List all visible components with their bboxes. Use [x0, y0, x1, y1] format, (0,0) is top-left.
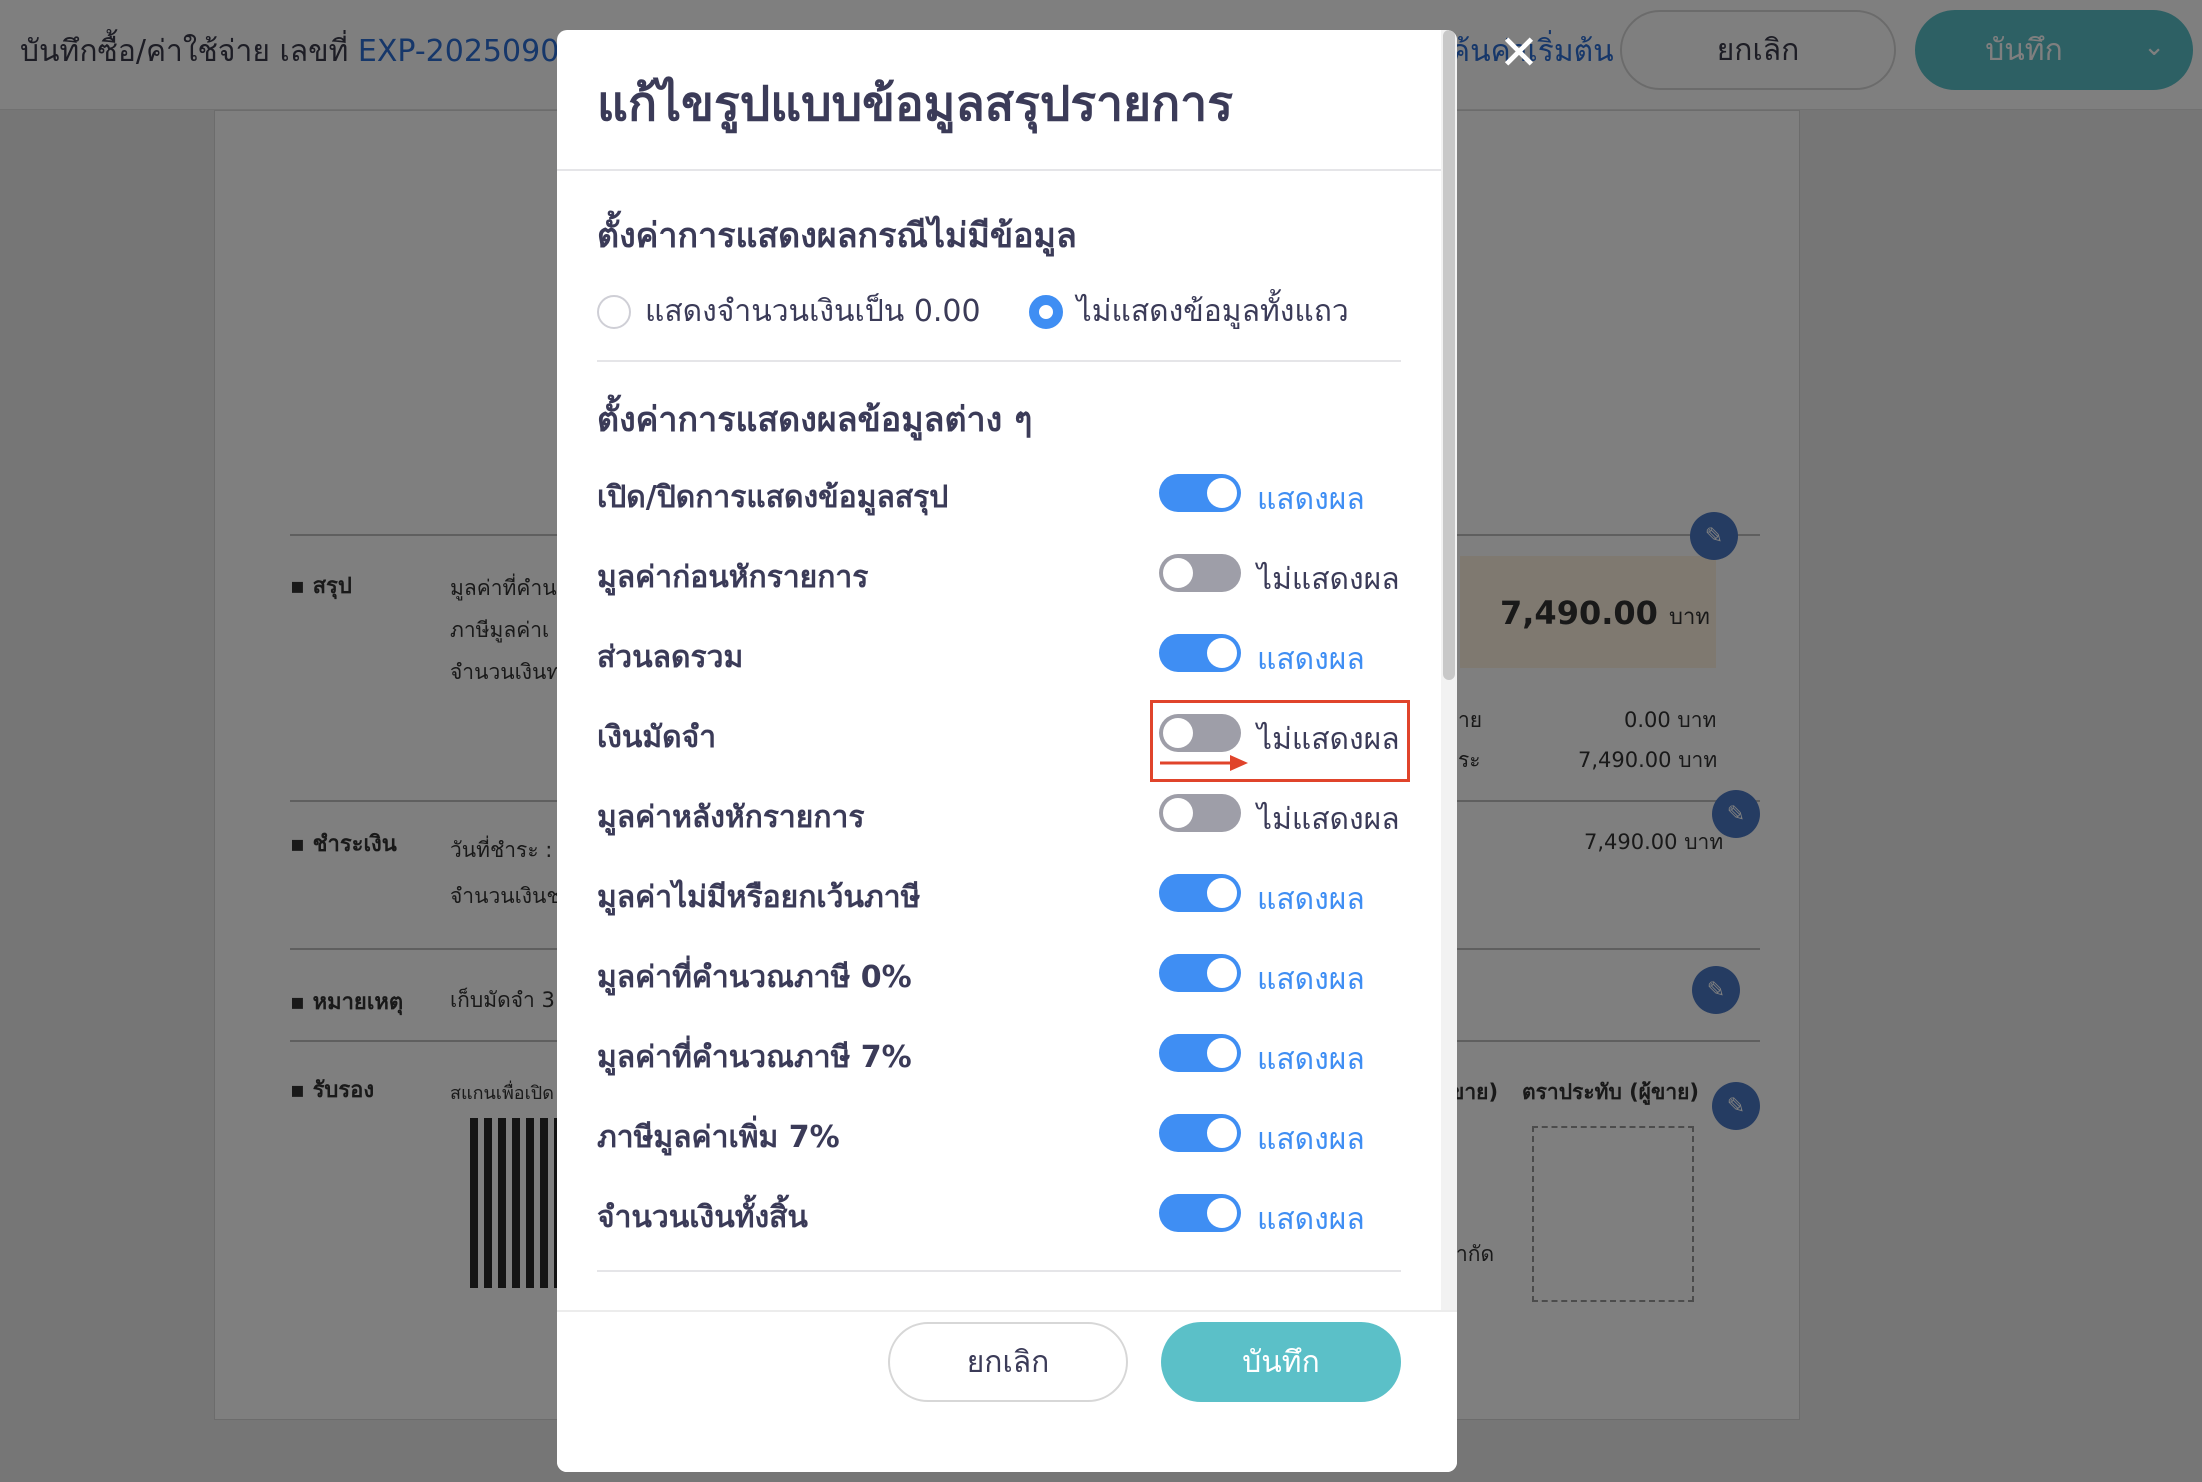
modal-title: แก้ไขรูปแบบข้อมูลสรุปรายการ: [597, 76, 1233, 132]
setting-label: เปิด/ปิดการแสดงข้อมูลสรุป: [597, 480, 949, 515]
toggle-status: แสดงผล: [1257, 882, 1365, 917]
setting-row-post-deduction: มูลค่าหลังหักรายการ ไม่แสดงผล: [597, 790, 1401, 840]
setting-label: ภาษีมูลค่าเพิ่ม 7%: [597, 1120, 840, 1155]
items-section-title: ตั้งค่าการแสดงผลข้อมูลต่าง ๆ: [597, 400, 1033, 440]
setting-row-summary-toggle: เปิด/ปิดการแสดงข้อมูลสรุป แสดงผล: [597, 470, 1401, 520]
setting-label: มูลค่าไม่มีหรือยกเว้นภาษี: [597, 880, 921, 915]
empty-data-radio-group: แสดงจำนวนเงินเป็น 0.00 ไม่แสดงข้อมูลทั้ง…: [597, 288, 1349, 335]
toggle-switch[interactable]: [1159, 554, 1241, 592]
toggle-switch[interactable]: [1159, 634, 1241, 672]
setting-label: มูลค่าที่คำนวณภาษี 7%: [597, 1040, 912, 1075]
toggle-status: แสดงผล: [1257, 482, 1365, 517]
scrollbar[interactable]: [1441, 30, 1457, 1310]
toggle-status: แสดงผล: [1257, 962, 1365, 997]
setting-row-total-discount: ส่วนลดรวม แสดงผล: [597, 630, 1401, 680]
toggle-switch[interactable]: [1159, 1194, 1241, 1232]
toggle-switch[interactable]: [1159, 794, 1241, 832]
empty-data-section-title: ตั้งค่าการแสดงผลกรณีไม่มีข้อมูล: [597, 216, 1077, 256]
save-button[interactable]: บันทึก: [1161, 1322, 1401, 1402]
close-icon[interactable]: ✕: [1496, 29, 1542, 77]
setting-row-pre-deduction: มูลค่าก่อนหักรายการ ไม่แสดงผล: [597, 550, 1401, 600]
toggle-switch[interactable]: [1159, 954, 1241, 992]
setting-label: มูลค่าก่อนหักรายการ: [597, 560, 869, 595]
setting-label: มูลค่าหลังหักรายการ: [597, 800, 865, 835]
toggle-status: ไม่แสดงผล: [1257, 802, 1400, 837]
setting-label: เงินมัดจำ: [597, 720, 717, 755]
toggle-switch[interactable]: [1159, 1034, 1241, 1072]
toggle-switch[interactable]: [1159, 874, 1241, 912]
toggle-status: ไม่แสดงผล: [1257, 562, 1400, 597]
toggle-status: แสดงผล: [1257, 1042, 1365, 1077]
radio-hide-row-label[interactable]: ไม่แสดงข้อมูลทั้งแถว: [1077, 288, 1349, 335]
setting-label: จำนวนเงินทั้งสิ้น: [597, 1200, 808, 1235]
setting-label: มูลค่าที่คำนวณภาษี 0%: [597, 960, 912, 995]
setting-label: ส่วนลดรวม: [597, 640, 744, 675]
radio-hide-row[interactable]: [1028, 294, 1063, 329]
radio-show-zero-label[interactable]: แสดงจำนวนเงินเป็น 0.00: [645, 288, 981, 335]
toggle-status: แสดงผล: [1257, 642, 1365, 677]
toggle-switch[interactable]: [1159, 1114, 1241, 1152]
modal-header: แก้ไขรูปแบบข้อมูลสรุปรายการ: [557, 30, 1441, 171]
toggle-status: แสดงผล: [1257, 1122, 1365, 1157]
toggle-status: แสดงผล: [1257, 1202, 1365, 1237]
divider: [597, 1270, 1401, 1272]
scrollbar-thumb[interactable]: [1443, 30, 1455, 680]
radio-show-zero[interactable]: [597, 294, 631, 329]
setting-row-tax-0: มูลค่าที่คำนวณภาษี 0% แสดงผล: [597, 950, 1401, 1000]
setting-row-grand-total: จำนวนเงินทั้งสิ้น แสดงผล: [597, 1190, 1401, 1240]
toggle-switch[interactable]: [1159, 474, 1241, 512]
setting-row-tax-exempt: มูลค่าไม่มีหรือยกเว้นภาษี แสดงผล: [597, 870, 1401, 920]
divider: [597, 360, 1401, 362]
setting-row-tax-7: มูลค่าที่คำนวณภาษี 7% แสดงผล: [597, 1030, 1401, 1080]
cancel-button[interactable]: ยกเลิก: [888, 1322, 1128, 1402]
annotation-arrow-icon: [1160, 755, 1248, 771]
setting-row-vat-7: ภาษีมูลค่าเพิ่ม 7% แสดงผล: [597, 1110, 1401, 1160]
